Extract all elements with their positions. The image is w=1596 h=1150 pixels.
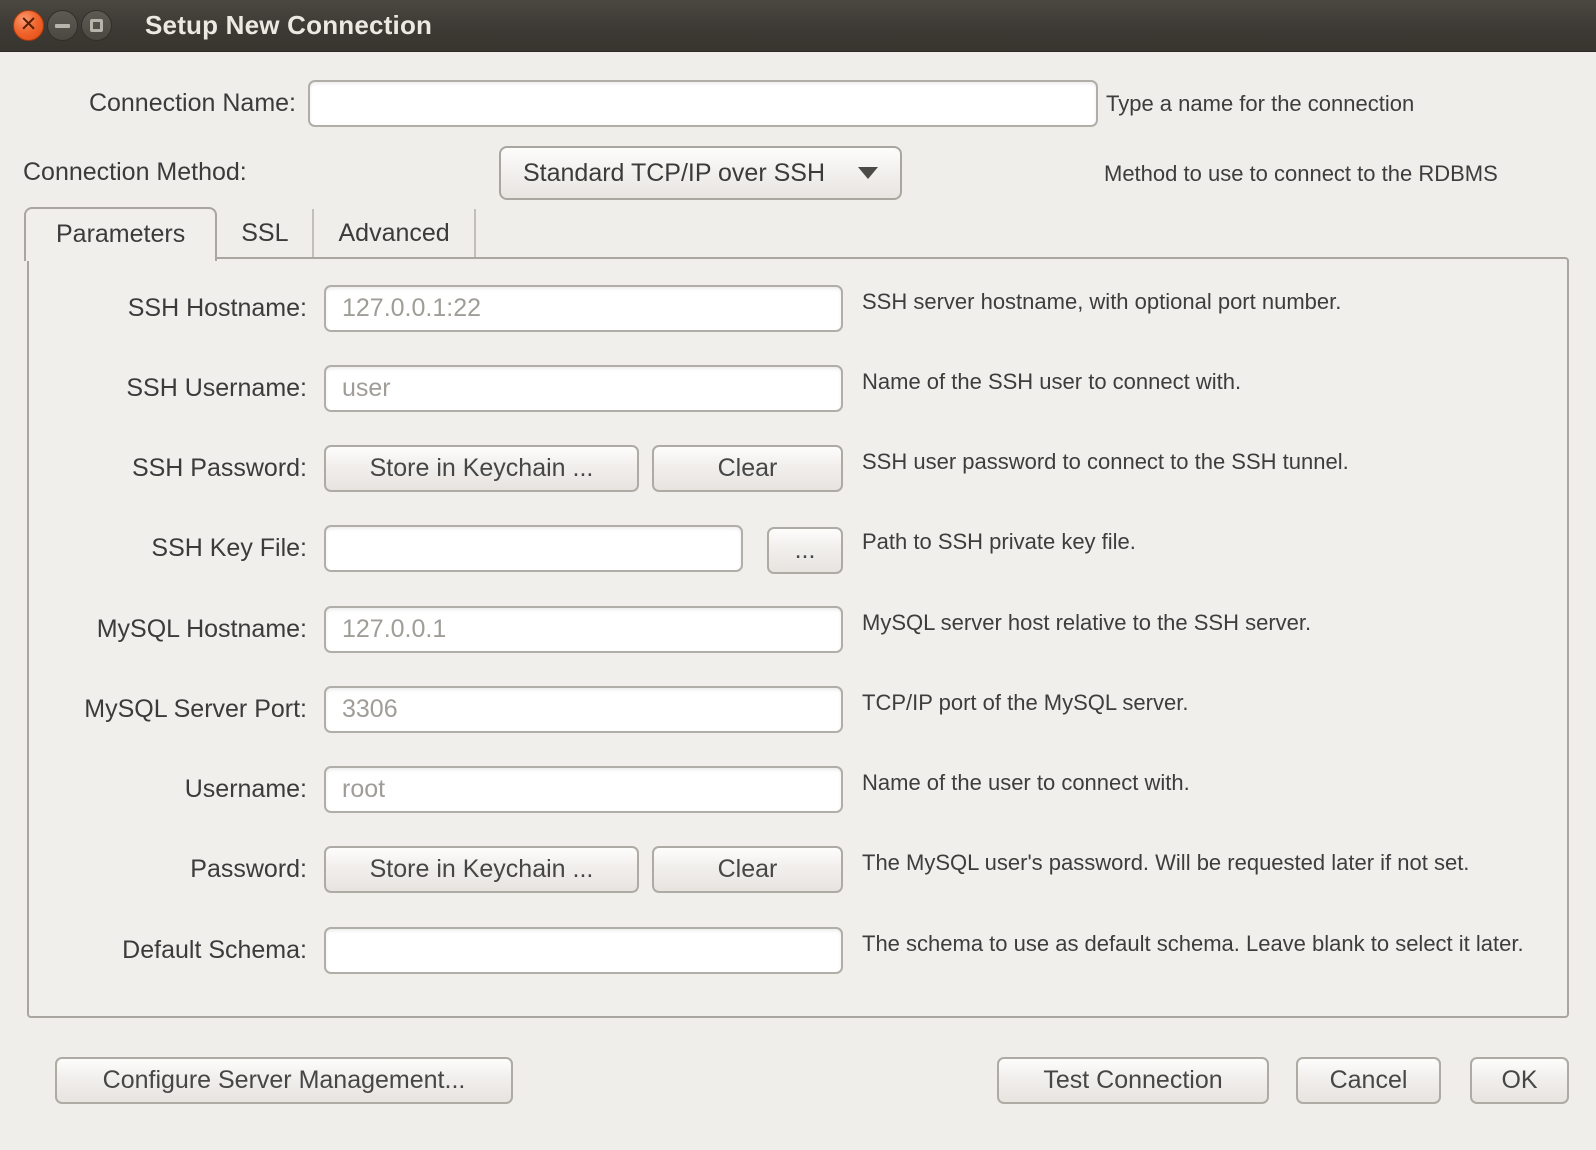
default-schema-label: Default Schema: [29, 927, 307, 974]
ssh-key-file-input[interactable] [324, 525, 743, 572]
username-input[interactable] [324, 766, 843, 813]
ssh-password-label: SSH Password: [29, 445, 307, 492]
default-schema-row: Default Schema: The schema to use as def… [29, 927, 1567, 974]
mysql-server-port-help: TCP/IP port of the MySQL server. [862, 689, 1538, 717]
default-schema-input[interactable] [324, 927, 843, 974]
close-icon: ✕ [20, 9, 38, 40]
mysql-hostname-help: MySQL server host relative to the SSH se… [862, 609, 1538, 637]
mysql-hostname-input[interactable] [324, 606, 843, 653]
ssh-hostname-input[interactable] [324, 285, 843, 332]
default-schema-help: The schema to use as default schema. Lea… [862, 930, 1538, 958]
minimize-icon [55, 24, 70, 28]
ssh-key-file-row: SSH Key File: ... Path to SSH private ke… [29, 525, 1567, 572]
test-connection-button[interactable]: Test Connection [997, 1057, 1269, 1104]
configure-server-management-button[interactable]: Configure Server Management... [55, 1057, 513, 1104]
ssh-username-row: SSH Username: Name of the SSH user to co… [29, 365, 1567, 412]
setup-new-connection-dialog: ✕ Setup New Connection Connection Name: … [0, 0, 1596, 1150]
tabstrip: Parameters SSL Advanced [24, 207, 476, 259]
ssh-password-row: SSH Password: Store in Keychain ... Clea… [29, 445, 1567, 492]
ssh-password-help: SSH user password to connect to the SSH … [862, 448, 1538, 476]
tab-parameters[interactable]: Parameters [24, 207, 217, 261]
tab-advanced[interactable]: Advanced [314, 209, 475, 257]
mysql-server-port-label: MySQL Server Port: [29, 686, 307, 733]
password-help: The MySQL user's password. Will be reque… [862, 849, 1538, 877]
username-label: Username: [29, 766, 307, 813]
ssh-username-input[interactable] [324, 365, 843, 412]
ssh-hostname-label: SSH Hostname: [29, 285, 307, 332]
ssh-username-label: SSH Username: [29, 365, 307, 412]
password-label: Password: [29, 846, 307, 893]
ssh-hostname-row: SSH Hostname: SSH server hostname, with … [29, 285, 1567, 332]
connection-method-help: Method to use to connect to the RDBMS [1104, 160, 1498, 188]
ssh-key-file-label: SSH Key File: [29, 525, 307, 572]
username-help: Name of the user to connect with. [862, 769, 1538, 797]
connection-name-input[interactable] [308, 80, 1098, 127]
mysql-server-port-row: MySQL Server Port: TCP/IP port of the My… [29, 686, 1567, 733]
cancel-button[interactable]: Cancel [1296, 1057, 1441, 1104]
mysql-server-port-input[interactable] [324, 686, 843, 733]
minimize-button[interactable] [47, 10, 78, 41]
close-button[interactable]: ✕ [13, 10, 44, 41]
password-store-keychain-button[interactable]: Store in Keychain ... [324, 846, 639, 893]
window-title: Setup New Connection [145, 0, 432, 52]
ssh-password-clear-button[interactable]: Clear [652, 445, 843, 492]
username-row: Username: Name of the user to connect wi… [29, 766, 1567, 813]
maximize-button[interactable] [81, 10, 112, 41]
connection-name-label: Connection Name: [0, 80, 296, 127]
ssh-password-store-keychain-button[interactable]: Store in Keychain ... [324, 445, 639, 492]
connection-method-dropdown[interactable]: Standard TCP/IP over SSH [499, 146, 902, 200]
parameters-panel: SSH Hostname: SSH server hostname, with … [27, 257, 1569, 1018]
chevron-down-icon [858, 167, 878, 179]
mysql-hostname-label: MySQL Hostname: [29, 606, 307, 653]
ssh-username-help: Name of the SSH user to connect with. [862, 368, 1538, 396]
tab-ssl[interactable]: SSL [217, 209, 314, 257]
titlebar: ✕ Setup New Connection [0, 0, 1596, 52]
maximize-icon [90, 19, 103, 32]
connection-name-help: Type a name for the connection [1106, 90, 1414, 118]
ssh-key-file-help: Path to SSH private key file. [862, 528, 1538, 556]
connection-method-label: Connection Method: [23, 158, 247, 187]
password-row: Password: Store in Keychain ... Clear Th… [29, 846, 1567, 893]
connection-method-value: Standard TCP/IP over SSH [523, 159, 825, 188]
ssh-key-file-browse-button[interactable]: ... [767, 527, 843, 574]
ok-button[interactable]: OK [1470, 1057, 1569, 1104]
ssh-hostname-help: SSH server hostname, with optional port … [862, 288, 1538, 316]
password-clear-button[interactable]: Clear [652, 846, 843, 893]
mysql-hostname-row: MySQL Hostname: MySQL server host relati… [29, 606, 1567, 653]
